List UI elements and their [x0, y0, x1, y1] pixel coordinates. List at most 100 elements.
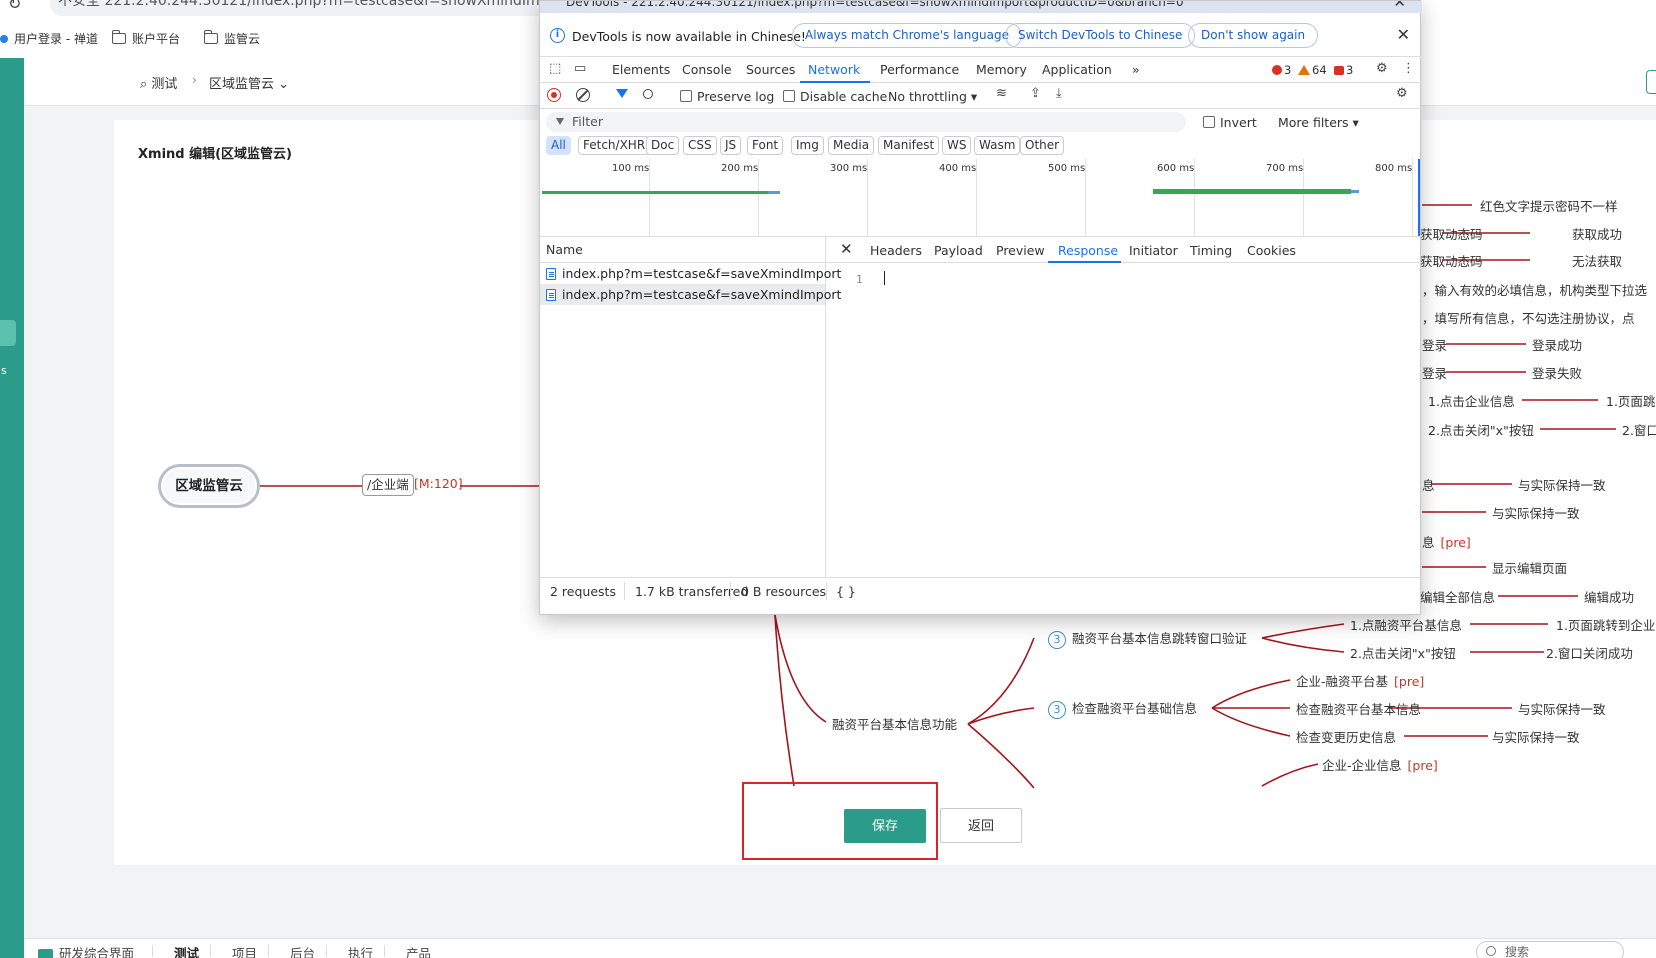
- mindmap-node[interactable]: 获取动态码: [1420, 224, 1483, 243]
- invert-checkbox[interactable]: [1203, 116, 1215, 128]
- mindmap-node[interactable]: 企业-融资平台基 [pre]: [1296, 671, 1424, 690]
- preserve-log-checkbox[interactable]: [680, 90, 692, 102]
- tab-memory[interactable]: Memory: [976, 62, 1027, 77]
- upload-har-icon[interactable]: ⇪: [1030, 86, 1041, 101]
- bottom-nav-product[interactable]: 产品: [406, 943, 431, 958]
- mindmap-node[interactable]: 2.点击关闭"x"按钮: [1350, 643, 1456, 662]
- type-wasm[interactable]: Wasm: [974, 136, 1021, 155]
- filter-icon[interactable]: [616, 89, 628, 98]
- download-har-icon[interactable]: ⤓: [1056, 86, 1062, 101]
- more-filters-dropdown[interactable]: More filters ▾: [1278, 115, 1359, 130]
- tab-initiator[interactable]: Initiator: [1129, 243, 1178, 258]
- tab-performance[interactable]: Performance: [880, 62, 959, 77]
- mindmap-node[interactable]: 编辑全部信息: [1420, 587, 1495, 606]
- device-toolbar-icon[interactable]: ▭: [574, 61, 586, 76]
- mindmap-node[interactable]: 企业-企业信息 [pre]: [1322, 755, 1438, 774]
- mindmap-node[interactable]: 与实际保持一致: [1518, 699, 1606, 718]
- warning-count[interactable]: 64: [1298, 63, 1327, 77]
- mindmap-node-branch1[interactable]: 3 融资平台基本信息跳转窗口验证: [1048, 628, 1247, 649]
- issue-count[interactable]: 3: [1334, 63, 1353, 77]
- bottom-nav-home[interactable]: 研发综合界面: [38, 943, 134, 958]
- mindmap-node[interactable]: 登录: [1422, 335, 1447, 354]
- mindmap-node[interactable]: 登录成功: [1532, 335, 1582, 354]
- mindmap-node[interactable]: 2.点击关闭"x"按钮: [1428, 420, 1534, 439]
- mindmap-node[interactable]: 编辑成功: [1584, 587, 1634, 606]
- bottom-nav-admin[interactable]: 后台: [290, 943, 315, 958]
- tab-payload[interactable]: Payload: [934, 243, 983, 258]
- mindmap-node[interactable]: 登录: [1422, 363, 1447, 382]
- name-column-header[interactable]: Name: [540, 237, 825, 263]
- network-settings-icon[interactable]: ⚙: [1396, 86, 1408, 101]
- settings-gear-icon[interactable]: ⚙: [1376, 61, 1388, 76]
- mindmap-node[interactable]: 息 [pre]: [1422, 532, 1471, 551]
- mindmap-node[interactable]: 显示编辑页面: [1492, 558, 1567, 577]
- type-doc[interactable]: Doc: [646, 136, 680, 155]
- mindmap-node[interactable]: 1.页面跳转到企业: [1556, 615, 1655, 634]
- type-js[interactable]: JS: [720, 136, 742, 155]
- search-input[interactable]: 搜索: [1476, 941, 1624, 958]
- mindmap-node[interactable]: 1.点击企业信息: [1428, 391, 1515, 410]
- pretty-print-icon[interactable]: { }: [836, 584, 856, 599]
- throttling-select[interactable]: No throttling ▾: [888, 89, 977, 104]
- mindmap-node[interactable]: 与实际保持一致: [1492, 727, 1580, 746]
- type-media[interactable]: Media: [828, 136, 875, 155]
- match-language-button[interactable]: Always match Chrome's language: [792, 23, 1022, 48]
- more-menu-icon[interactable]: ⋮: [1402, 61, 1415, 76]
- inspect-element-icon[interactable]: ⬚: [549, 61, 561, 76]
- tab-preview[interactable]: Preview: [996, 243, 1045, 258]
- type-img[interactable]: Img: [791, 136, 824, 155]
- disable-cache-checkbox[interactable]: [783, 90, 795, 102]
- dont-show-again-button[interactable]: Don't show again: [1188, 23, 1319, 48]
- close-banner-icon[interactable]: ✕: [1397, 25, 1410, 44]
- mindmap-node[interactable]: 2.窗口: [1622, 420, 1656, 439]
- mindmap-node-enterprise[interactable]: /企业端: [362, 474, 414, 496]
- type-all[interactable]: All: [546, 136, 571, 155]
- tab-application[interactable]: Application: [1042, 62, 1112, 77]
- mindmap-node[interactable]: 息: [1422, 475, 1435, 494]
- mindmap-node[interactable]: 无法获取: [1572, 251, 1622, 270]
- mindmap-node[interactable]: 获取成功: [1572, 224, 1622, 243]
- request-row-selected[interactable]: index.php?m=testcase&f=saveXmindImport: [540, 284, 841, 305]
- mindmap-node[interactable]: 检查变更历史信息: [1296, 727, 1396, 746]
- tab-cookies[interactable]: Cookies: [1247, 243, 1296, 258]
- tab-network[interactable]: Network: [808, 62, 860, 77]
- mindmap-node[interactable]: 检查融资平台基本信息: [1296, 699, 1421, 718]
- tab-timing[interactable]: Timing: [1190, 243, 1232, 258]
- mindmap-root-node[interactable]: 区域监管云: [158, 464, 260, 508]
- search-icon[interactable]: [643, 89, 653, 99]
- mindmap-node[interactable]: 登录失败: [1532, 363, 1582, 382]
- mindmap-node[interactable]: 2.窗口关闭成功: [1546, 643, 1633, 662]
- mindmap-node[interactable]: 与实际保持一致: [1518, 475, 1606, 494]
- tab-response[interactable]: Response: [1058, 243, 1118, 258]
- mindmap-node-branch2[interactable]: 3 检查融资平台基础信息: [1048, 698, 1197, 719]
- mindmap-node[interactable]: 1.点融资平台基信息: [1350, 615, 1462, 634]
- error-count[interactable]: 3: [1272, 63, 1291, 77]
- type-ws[interactable]: WS: [942, 136, 972, 155]
- bottom-nav-project[interactable]: 项目: [232, 943, 257, 958]
- record-icon[interactable]: [547, 88, 561, 102]
- mindmap-node-func[interactable]: 融资平台基本信息功能: [832, 714, 957, 733]
- window-close-icon[interactable]: ✕: [1393, 1, 1406, 11]
- mindmap-node[interactable]: 与实际保持一致: [1492, 503, 1580, 522]
- request-row[interactable]: index.php?m=testcase&f=saveXmindImport: [540, 263, 841, 284]
- filter-input[interactable]: Filter: [546, 112, 1186, 132]
- mindmap-node[interactable]: ，填写所有信息，不勾选注册协议，点: [1422, 308, 1635, 327]
- mindmap-node[interactable]: ，输入有效的必填信息，机构类型下拉选: [1422, 280, 1647, 299]
- mindmap-node[interactable]: 1.页面跳: [1606, 391, 1655, 410]
- switch-chinese-button[interactable]: Switch DevTools to Chinese: [1005, 23, 1196, 48]
- more-tabs-icon[interactable]: »: [1132, 62, 1140, 77]
- type-manifest[interactable]: Manifest: [878, 136, 940, 155]
- tab-elements[interactable]: Elements: [612, 62, 670, 77]
- back-button[interactable]: 返回: [940, 808, 1022, 843]
- bottom-nav-execution[interactable]: 执行: [348, 943, 373, 958]
- tab-sources[interactable]: Sources: [746, 62, 795, 77]
- save-button[interactable]: 保存: [844, 809, 926, 843]
- type-css[interactable]: CSS: [683, 136, 717, 155]
- clear-icon[interactable]: [576, 88, 590, 102]
- tab-headers[interactable]: Headers: [870, 243, 922, 258]
- tab-console[interactable]: Console: [682, 62, 732, 77]
- type-fetch-xhr[interactable]: Fetch/XHR: [578, 136, 651, 155]
- mindmap-node[interactable]: 红色文字提示密码不一样: [1480, 196, 1618, 215]
- close-detail-icon[interactable]: ✕: [840, 240, 853, 258]
- type-font[interactable]: Font: [747, 136, 784, 155]
